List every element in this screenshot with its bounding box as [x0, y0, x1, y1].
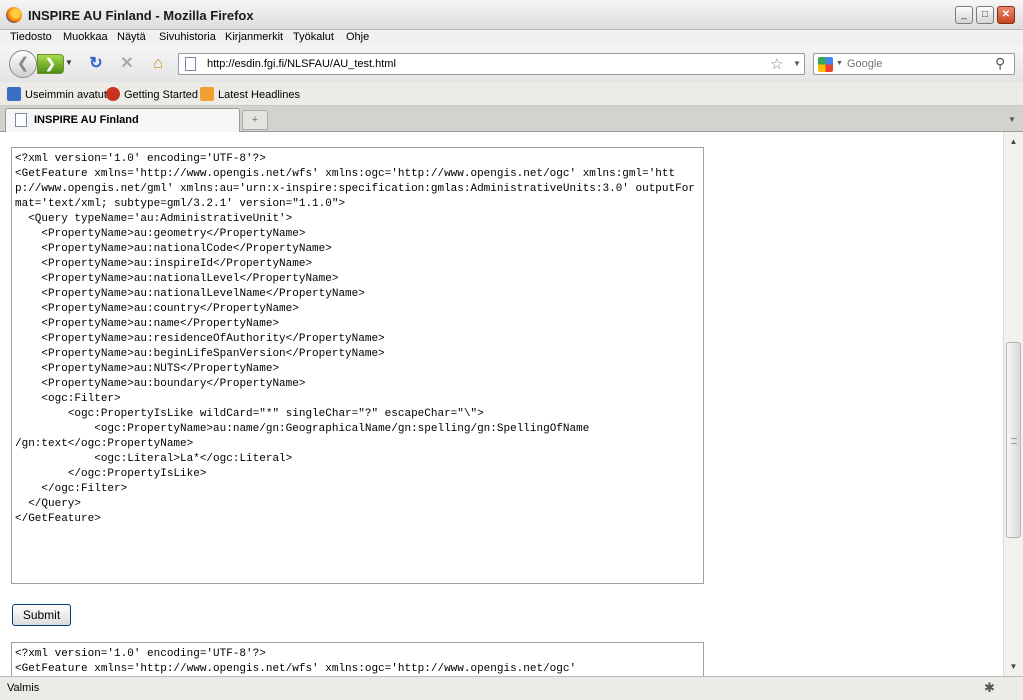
bookmark-star-icon[interactable]: ☆	[770, 55, 783, 73]
scroll-up-icon[interactable]: ▲	[1006, 134, 1021, 149]
navigation-toolbar: ❮ ❯ ▼ ↻ ✕ ⌂ http://esdin.fgi.fi/NLSFAU/A…	[0, 46, 1023, 82]
bookmark-label: Useimmin avatut	[25, 89, 107, 101]
status-bar: Valmis ✱	[0, 676, 1023, 700]
new-tab-button[interactable]: +	[242, 110, 268, 130]
close-button[interactable]: ✕	[997, 6, 1015, 24]
menu-bar: Tiedosto Muokkaa Näytä Sivuhistoria Kirj…	[0, 30, 1023, 46]
bookmarks-toolbar: Useimmin avatut Getting Started Latest H…	[0, 82, 1023, 106]
scrollbar-thumb[interactable]	[1006, 342, 1021, 538]
tab-list-dropdown-icon[interactable]: ▼	[1004, 110, 1020, 130]
bookmark-latest-headlines[interactable]: Latest Headlines	[200, 87, 300, 101]
minimize-button[interactable]: _	[955, 6, 973, 24]
title-bar: INSPIRE AU Finland - Mozilla Firefox _ □…	[0, 0, 1023, 30]
tab-label: INSPIRE AU Finland	[34, 114, 139, 126]
menu-help[interactable]: Ohje	[346, 31, 369, 43]
address-bar[interactable]: http://esdin.fgi.fi/NLSFAU/AU_test.html …	[178, 53, 805, 75]
menu-history[interactable]: Sivuhistoria	[159, 31, 216, 43]
page-icon	[15, 113, 27, 127]
menu-bookmarks[interactable]: Kirjanmerkit	[225, 31, 283, 43]
window-title: INSPIRE AU Finland - Mozilla Firefox	[28, 8, 254, 23]
query-xml-text: <?xml version='1.0' encoding='UTF-8'?> <…	[15, 153, 695, 525]
maximize-button[interactable]: □	[976, 6, 994, 24]
search-engine-dropdown-icon[interactable]: ▼	[836, 60, 843, 67]
vertical-scrollbar[interactable]: ▲ ▼	[1003, 132, 1023, 676]
firefox-bookmark-icon	[106, 87, 120, 101]
back-button[interactable]: ❮	[9, 50, 37, 78]
menu-file[interactable]: Tiedosto	[10, 31, 52, 43]
grip-icon	[1011, 438, 1017, 444]
rss-feed-icon	[200, 87, 214, 101]
result-textarea[interactable]: <?xml version='1.0' encoding='UTF-8'?> <…	[11, 642, 704, 676]
result-xml-text: <?xml version='1.0' encoding='UTF-8'?> <…	[15, 648, 577, 675]
tab-inspire-au-finland[interactable]: INSPIRE AU Finland	[5, 108, 240, 132]
forward-button[interactable]: ❯	[37, 54, 64, 74]
menu-tools[interactable]: Työkalut	[293, 31, 334, 43]
home-icon[interactable]: ⌂	[148, 54, 168, 74]
search-icon[interactable]: ⚲	[995, 55, 1005, 72]
bookmark-getting-started[interactable]: Getting Started	[106, 87, 198, 101]
history-dropdown-icon[interactable]: ▼	[65, 58, 73, 67]
forward-arrow-icon: ❯	[45, 56, 56, 71]
menu-edit[interactable]: Muokkaa	[63, 31, 108, 43]
folder-icon	[7, 87, 21, 101]
firefox-logo-icon	[6, 7, 22, 23]
url-text[interactable]: http://esdin.fgi.fi/NLSFAU/AU_test.html	[207, 58, 396, 70]
menu-view[interactable]: Näytä	[117, 31, 146, 43]
page-icon	[185, 57, 196, 71]
status-text: Valmis	[7, 682, 40, 694]
bookmark-label: Latest Headlines	[218, 89, 300, 101]
query-textarea[interactable]: <?xml version='1.0' encoding='UTF-8'?> <…	[11, 147, 704, 584]
submit-button[interactable]: Submit	[12, 604, 71, 626]
url-dropdown-icon[interactable]: ▼	[793, 59, 801, 68]
back-arrow-icon: ❮	[16, 55, 30, 72]
search-input[interactable]	[847, 56, 987, 72]
google-engine-icon[interactable]	[818, 57, 833, 72]
bookmark-most-visited[interactable]: Useimmin avatut	[7, 87, 107, 101]
page-content: <?xml version='1.0' encoding='UTF-8'?> <…	[0, 132, 1003, 676]
stop-icon[interactable]: ✕	[117, 54, 137, 74]
bookmark-label: Getting Started	[124, 89, 198, 101]
reload-icon[interactable]: ↻	[86, 54, 106, 74]
firebug-icon[interactable]: ✱	[984, 680, 995, 696]
scroll-down-icon[interactable]: ▼	[1006, 659, 1021, 674]
tab-strip: INSPIRE AU Finland + ▼	[0, 106, 1023, 132]
search-bar[interactable]: ▼ ⚲	[813, 53, 1015, 75]
